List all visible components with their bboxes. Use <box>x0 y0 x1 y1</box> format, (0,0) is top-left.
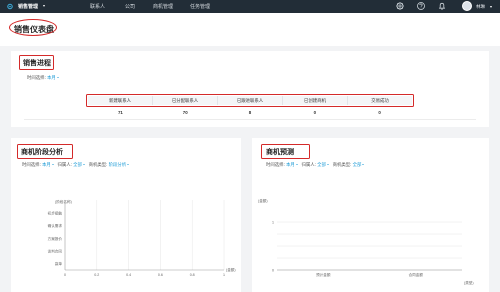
pipeline-time-filter[interactable]: 时间选择: 本月 <box>27 75 59 81</box>
category-label: 预计金额 <box>316 272 331 277</box>
category-label: 初步接触 <box>48 211 63 216</box>
x-tick-label: 0.6 <box>158 273 163 277</box>
stage-chart: (阶段名称) 初步接触确认需求方案报价谈判合同赢单 0 0.2 0.4 0.6 0.8 1(金… <box>48 199 236 277</box>
x-tick-label: 0.2 <box>94 273 99 277</box>
chevron-down-icon[interactable] <box>56 77 59 79</box>
category-label: 确认需求 <box>48 223 63 228</box>
stat-value: 0 <box>378 109 381 115</box>
highlight-ring <box>9 19 57 36</box>
chevron-down-icon[interactable] <box>127 164 130 166</box>
avatar[interactable] <box>462 1 472 11</box>
top-nav: 销售管理 联系人 公司 商机管理 任务管理 林琳 <box>0 0 500 13</box>
x-tick-label: 0 <box>64 273 66 277</box>
y-tick-label: 0 <box>272 268 274 272</box>
chevron-down-icon[interactable] <box>82 164 85 166</box>
forecast-chart: (金额) 0 1 预计金额 合同金额 (类型) <box>258 198 474 285</box>
y-axis-label: (阶段名称) <box>55 199 72 204</box>
category-label: 方案报价 <box>48 236 63 241</box>
nav-item-opportunities[interactable]: 商机管理 <box>153 3 173 10</box>
category-label: 赢单 <box>55 261 63 266</box>
pipeline-values-row: 71 70 8 0 0 <box>88 108 412 116</box>
stat-value: 0 <box>313 109 317 115</box>
help-icon[interactable] <box>416 1 426 11</box>
chevron-down-icon[interactable] <box>362 164 365 166</box>
chevron-down-icon[interactable] <box>490 6 492 8</box>
stat-value: 8 <box>248 109 252 115</box>
highlight-box <box>86 94 414 107</box>
nav-item-tasks[interactable]: 任务管理 <box>190 3 210 10</box>
category-label: 谈判合同 <box>48 248 63 253</box>
y-axis-label: (金额) <box>258 198 268 203</box>
divider <box>24 119 476 120</box>
stat-value: 71 <box>117 109 123 115</box>
x-tick-label: 0.8 <box>190 273 195 277</box>
chevron-down-icon[interactable] <box>326 164 329 166</box>
x-tick-label: 0.4 <box>126 273 131 277</box>
highlight-box <box>261 144 310 159</box>
x-tick-label: 1 <box>223 273 225 277</box>
gear-icon[interactable] <box>395 1 405 11</box>
highlight-box <box>17 144 73 159</box>
nav-item-contacts[interactable]: 联系人 <box>90 3 105 10</box>
bell-icon[interactable] <box>437 1 447 11</box>
page-header <box>0 13 500 46</box>
y-tick-label: 1 <box>272 220 274 224</box>
x-axis-label: (类型) <box>464 280 474 285</box>
x-axis-label: (金额) <box>226 267 236 272</box>
nav-app-menu[interactable]: 销售管理 <box>18 3 38 10</box>
app-logo-icon[interactable] <box>6 3 14 10</box>
chevron-down-icon[interactable] <box>295 164 298 166</box>
username[interactable]: 林琳 <box>476 4 485 10</box>
highlight-box <box>19 55 54 70</box>
chevron-down-icon[interactable] <box>51 164 54 166</box>
stat-value: 70 <box>182 109 188 115</box>
nav-item-company[interactable]: 公司 <box>125 3 135 10</box>
category-label: 合同金额 <box>409 272 424 277</box>
chevron-down-icon[interactable] <box>43 5 45 7</box>
stage-filters[interactable]: 时间选择: 本月 归属人: 全部 商机类型: 阶段分析 <box>22 162 130 168</box>
forecast-filters[interactable]: 时间选择: 本月 归属人: 全部 商机类型: 全部 <box>266 162 365 168</box>
